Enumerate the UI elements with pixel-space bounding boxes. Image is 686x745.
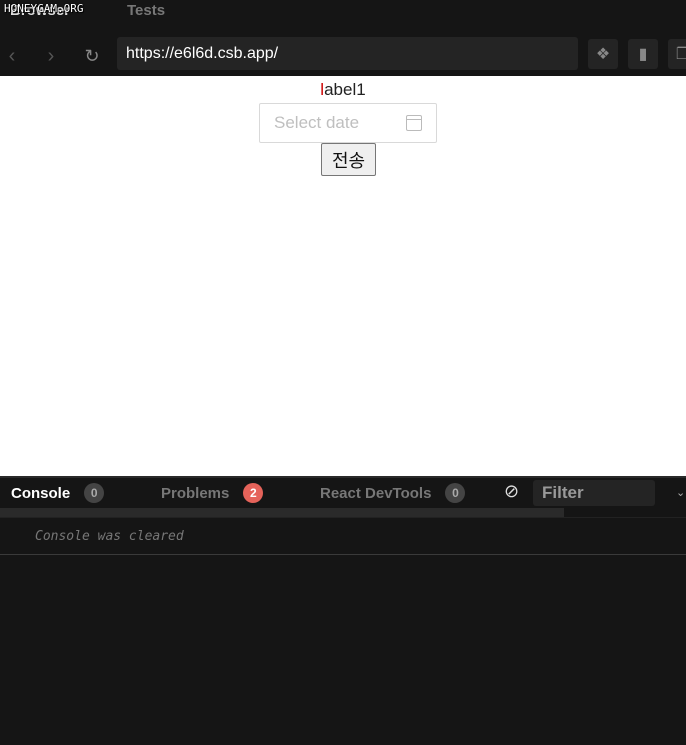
console-label: Console bbox=[11, 484, 71, 502]
console-message: Console was cleared bbox=[0, 517, 686, 555]
top-tabs: Browser Tests HONEYCAM.ORG bbox=[0, 0, 686, 36]
react-count-badge: 0 bbox=[445, 483, 466, 503]
problems-count-badge: 2 bbox=[243, 483, 264, 503]
chevron-down-icon[interactable]: ⌄ bbox=[676, 486, 685, 499]
clear-console-icon[interactable]: ⊘ bbox=[504, 481, 519, 502]
navigation-bar: ‹ › ↻ https://e6l6d.csb.app/ ❖ ▮ ❐ bbox=[0, 36, 686, 76]
tab-react-devtools[interactable]: React DevTools 0 bbox=[320, 483, 466, 503]
console-count-badge: 0 bbox=[84, 483, 105, 503]
forward-icon[interactable]: › bbox=[39, 36, 63, 76]
filter-input[interactable]: Filter bbox=[533, 480, 655, 506]
submit-button[interactable]: 전송 bbox=[321, 143, 376, 176]
tab-console[interactable]: Console 0 bbox=[11, 483, 105, 503]
date-placeholder: Select date bbox=[274, 113, 360, 132]
back-icon[interactable]: ‹ bbox=[0, 36, 24, 76]
tab-tests[interactable]: Tests bbox=[127, 2, 165, 19]
label-rest: abel1 bbox=[324, 80, 366, 99]
problems-label: Problems bbox=[161, 484, 230, 502]
react-devtools-label: React DevTools bbox=[320, 484, 432, 502]
devtools-panel: Console 0 Problems 2 React DevTools 0 ⊘ Fil… bbox=[0, 476, 686, 745]
scrollbar[interactable] bbox=[0, 508, 564, 517]
watermark: HONEYCAM.ORG bbox=[4, 2, 84, 15]
url-input[interactable]: https://e6l6d.csb.app/ bbox=[117, 37, 578, 70]
copy-icon[interactable]: ▮ bbox=[628, 39, 658, 69]
preview-page: label1 Select date 전송 bbox=[0, 76, 686, 476]
open-window-icon[interactable]: ❐ bbox=[668, 39, 686, 69]
date-picker-input[interactable]: Select date bbox=[259, 103, 437, 143]
refresh-icon[interactable]: ↻ bbox=[80, 36, 104, 76]
codesandbox-icon[interactable]: ❖ bbox=[588, 39, 618, 69]
label1: label1 bbox=[0, 80, 686, 102]
tab-problems[interactable]: Problems 2 bbox=[161, 483, 264, 503]
calendar-icon bbox=[406, 115, 422, 131]
